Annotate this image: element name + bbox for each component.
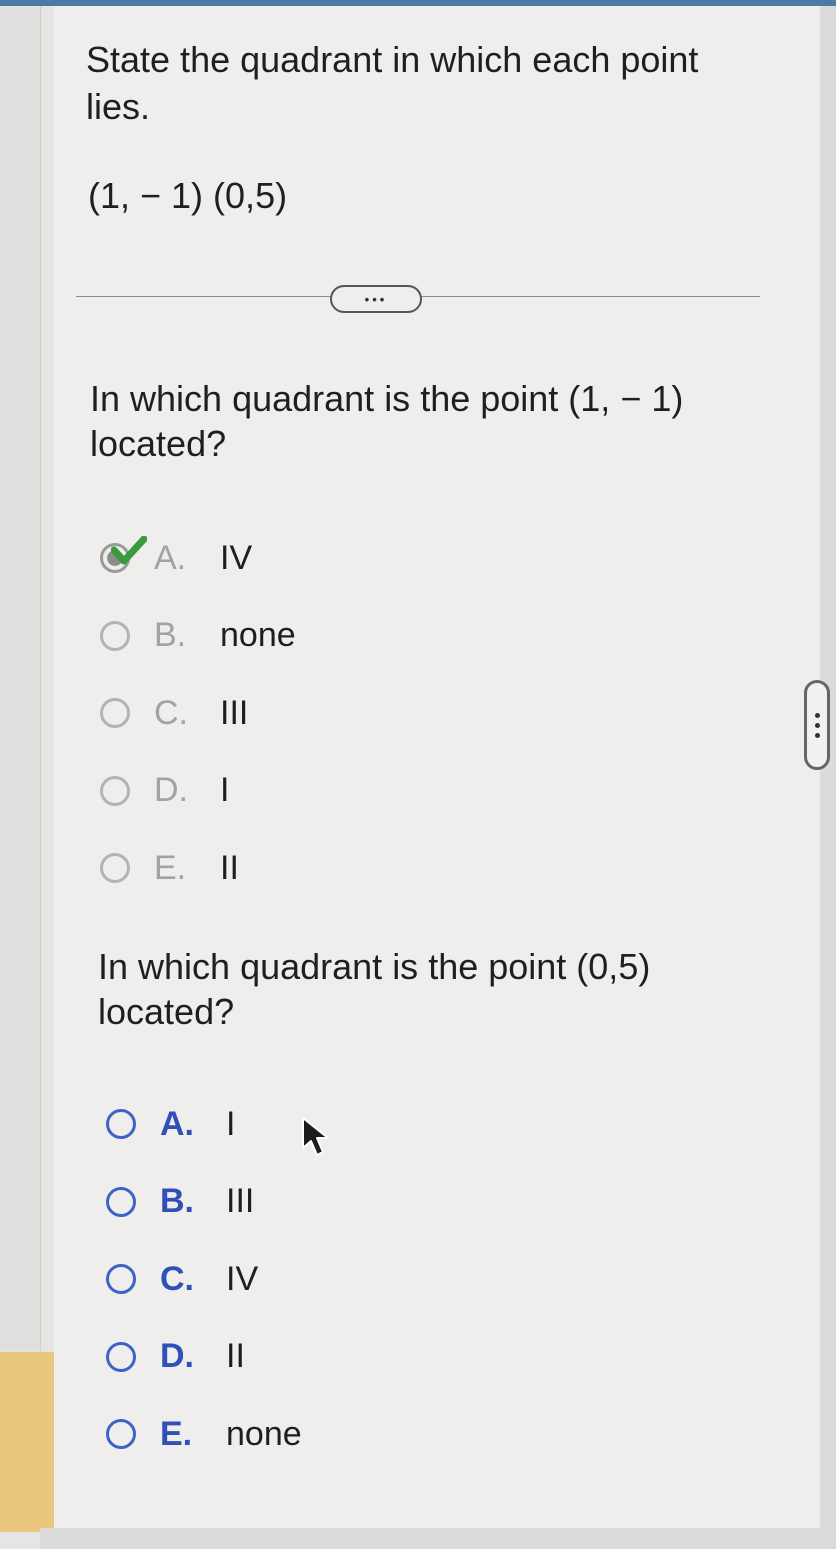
q1-option-b-letter: B. [154,616,187,654]
q1-option-e-value: II [220,848,239,887]
vertical-ellipsis-icon [814,722,820,728]
q2-option-d-letter: D. [160,1337,194,1375]
q2-option-d-value: II [226,1337,245,1375]
bottom-margin [40,1528,836,1549]
side-panel-handle[interactable] [804,680,830,770]
left-margin [0,6,41,1351]
q1-option-d[interactable]: D. I [100,765,296,817]
problem-points: (1, − 1) (0,5) [88,175,288,216]
q2-option-d-radio[interactable] [106,1341,136,1372]
q2-option-a-letter: A. [160,1104,194,1143]
q1-option-a-radio[interactable] [100,536,147,573]
cursor-arrow-icon [302,1117,329,1156]
q2-option-e-radio[interactable] [106,1419,136,1449]
q1-option-b-radio[interactable] [100,620,130,651]
q1-option-e-letter: E. [154,848,187,887]
question-2-options: A. I B. III C. IV D. II E. none [106,1098,302,1486]
q2-option-b[interactable]: B. III [106,1176,302,1228]
q2-option-e-letter: E. [160,1414,193,1453]
q1-option-b[interactable]: B. none [100,610,296,662]
expand-more-button[interactable]: ••• [330,285,422,313]
vertical-ellipsis-icon [814,732,820,738]
q1-option-c-letter: C. [154,693,188,732]
q2-option-b-letter: B. [160,1182,194,1220]
q2-option-a[interactable]: A. I [106,1098,302,1150]
q1-option-a-letter: A. [154,538,187,577]
q1-option-b-value: none [220,616,296,654]
problem-prompt: State the quadrant in which each point l… [86,39,699,127]
q2-option-e[interactable]: E. none [106,1408,302,1460]
q2-option-e-value: none [226,1414,302,1453]
vertical-ellipsis-icon [814,712,820,718]
q2-option-c-value: IV [226,1259,259,1298]
q1-option-c[interactable]: C. III [100,687,296,739]
q1-option-e-radio[interactable] [100,853,130,883]
q1-option-c-radio[interactable] [100,698,130,728]
question-1-options: A. IV B. none C. III D. I E. II [100,532,296,920]
q2-option-a-value: I [226,1104,236,1143]
q1-option-d-letter: D. [154,771,188,809]
q1-option-c-value: III [220,693,249,732]
q2-option-c-letter: C. [160,1259,194,1298]
q1-option-e[interactable]: E. II [100,842,296,894]
question-2-text: In which quadrant is the point (0,5) loc… [98,946,651,1032]
q2-option-b-value: III [226,1182,255,1220]
question-1-text: In which quadrant is the point (1, − 1) … [90,378,684,464]
q1-option-d-radio[interactable] [100,775,130,806]
q1-option-d-value: I [220,771,230,809]
q2-option-b-radio[interactable] [106,1186,136,1217]
q1-option-a[interactable]: A. IV [100,532,296,584]
q2-option-c[interactable]: C. IV [106,1253,302,1305]
left-accent-block [0,1352,54,1532]
q2-option-a-radio[interactable] [106,1109,136,1139]
check-icon [111,536,147,565]
q2-option-d[interactable]: D. II [106,1331,302,1383]
right-margin [820,6,836,1549]
q1-option-a-value: IV [220,538,253,577]
q2-option-c-radio[interactable] [106,1264,136,1294]
